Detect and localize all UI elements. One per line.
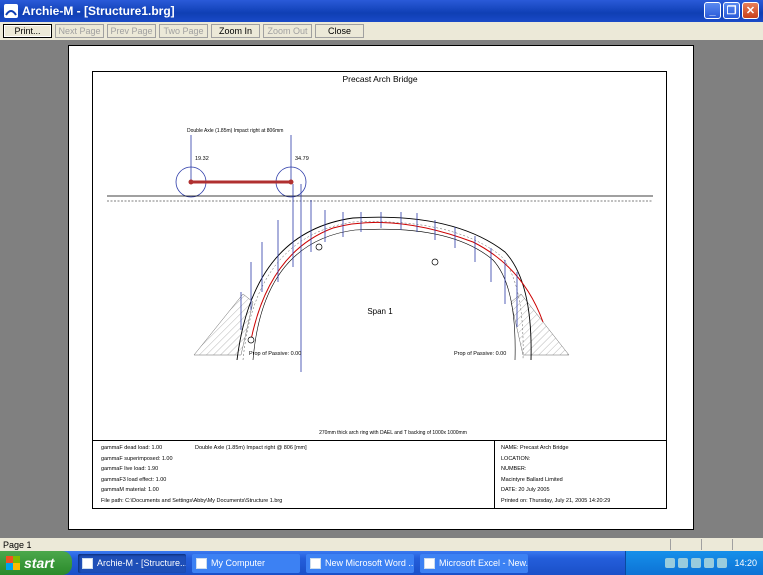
- info-line: gammaF superimposed: 1.00: [101, 455, 173, 462]
- hinge-icon: [315, 243, 323, 251]
- messenger-icon[interactable]: [704, 558, 715, 568]
- taskbar: start Archie-M - [Structure... My Comput…: [0, 551, 763, 575]
- clock[interactable]: 14:20: [734, 558, 757, 568]
- axle-label: Double Axle (1.85m) Impact right at 806m…: [187, 128, 283, 134]
- word-icon: [310, 557, 321, 569]
- title-block: NAME: Precast Arch Bridge LOCATION: NUMB…: [495, 440, 667, 509]
- prop-passive-right: Prop of Passive: 0.00: [454, 351, 506, 357]
- next-page-button[interactable]: Next Page: [55, 24, 104, 38]
- start-label: start: [24, 555, 55, 571]
- task-label: Microsoft Excel - New...: [439, 558, 528, 568]
- title-block-line: Printed on: Thursday, July 21, 2005 14:2…: [501, 497, 611, 504]
- abutment-right: [510, 293, 570, 356]
- arch-intrados: [236, 216, 532, 361]
- taskbar-item-archie[interactable]: Archie-M - [Structure...: [78, 553, 186, 573]
- pressure-arrows: [240, 184, 518, 372]
- restore-icon[interactable]: ❐: [723, 2, 740, 19]
- close-preview-button[interactable]: Close: [315, 24, 364, 38]
- app-icon[interactable]: [4, 4, 18, 18]
- load-value-left: 19.32: [195, 156, 209, 162]
- status-text: Page 1: [3, 539, 32, 550]
- impact-description: Double Axle (1.85m) Impact right @ 806 […: [195, 445, 307, 451]
- span-label: Span 1: [367, 307, 393, 316]
- start-button[interactable]: start: [0, 551, 72, 575]
- load-value-right: 34.79: [295, 156, 309, 162]
- status-bar: Page 1: [0, 538, 763, 551]
- drawing-frame: Precast Arch Bridge Double Axle (1.85m) …: [92, 71, 667, 509]
- print-button[interactable]: Print...: [3, 24, 52, 38]
- task-label: Archie-M - [Structure...: [97, 558, 186, 568]
- bridge-drawing: Precast Arch Bridge Double Axle (1.85m) …: [107, 74, 653, 436]
- network-icon[interactable]: [665, 558, 676, 568]
- preview-toolbar: Print... Next Page Prev Page Two Page Zo…: [0, 22, 763, 40]
- zoom-out-button[interactable]: Zoom Out: [263, 24, 312, 38]
- info-line: gammaM material: 1.00: [101, 487, 159, 493]
- windows-logo-icon: [6, 556, 20, 570]
- system-tray: 14:20: [625, 551, 763, 575]
- arch-extrados: [252, 228, 516, 361]
- prop-passive-left: Prop of Passive: 0.00: [249, 351, 301, 357]
- arch-middle-line: [242, 221, 524, 361]
- info-line: gammaF3 load effect: 1.00: [101, 476, 167, 483]
- window-title: Archie-M - [Structure1.brg]: [22, 4, 175, 18]
- excel-icon: [424, 557, 435, 569]
- load-factors-box: gammaF dead load: 1.00 gammaF superimpos…: [93, 440, 495, 509]
- title-block-line: DATE: 20 July 2005: [501, 487, 550, 493]
- two-page-button[interactable]: Two Page: [159, 24, 208, 38]
- taskbar-item-my-computer[interactable]: My Computer: [192, 553, 300, 573]
- status-cell: [701, 539, 732, 550]
- title-block-line: NUMBER:: [501, 466, 527, 472]
- computer-icon: [196, 557, 207, 569]
- zoom-in-button[interactable]: Zoom In: [211, 24, 260, 38]
- task-label: My Computer: [211, 558, 266, 568]
- drawing-title: Precast Arch Bridge: [342, 74, 417, 84]
- taskbar-item-word[interactable]: New Microsoft Word ...: [306, 553, 414, 573]
- status-cell: [670, 539, 701, 550]
- axle-load: [175, 135, 307, 198]
- task-label: New Microsoft Word ...: [325, 558, 414, 568]
- info-line: gammaF live load: 1.90: [101, 466, 159, 472]
- abutment-left: [193, 293, 254, 356]
- hinge-icon: [247, 336, 255, 344]
- file-path: File path: C:\Documents and Settings\Abb…: [101, 497, 283, 504]
- title-block-line: NAME: Precast Arch Bridge: [501, 445, 569, 451]
- security-icon[interactable]: [691, 558, 702, 568]
- archie-app-icon: [82, 557, 93, 569]
- prev-page-button[interactable]: Prev Page: [107, 24, 156, 38]
- volume-icon[interactable]: [678, 558, 689, 568]
- title-bar: Archie-M - [Structure1.brg] _ ❐ ✕: [0, 0, 763, 22]
- hinge-icon: [431, 258, 439, 266]
- minimize-icon[interactable]: _: [704, 2, 721, 19]
- taskbar-item-excel[interactable]: Microsoft Excel - New...: [420, 553, 528, 573]
- wireless-icon[interactable]: [717, 558, 728, 568]
- close-icon[interactable]: ✕: [742, 2, 759, 19]
- status-cell: [732, 539, 763, 550]
- title-block-line: LOCATION:: [501, 455, 531, 462]
- print-preview-page: Precast Arch Bridge Double Axle (1.85m) …: [68, 45, 694, 530]
- title-block-line: Macintyre Ballard Limited: [501, 476, 563, 483]
- arch-caption: 270mm thick arch ring with DAEL and T ba…: [319, 430, 467, 436]
